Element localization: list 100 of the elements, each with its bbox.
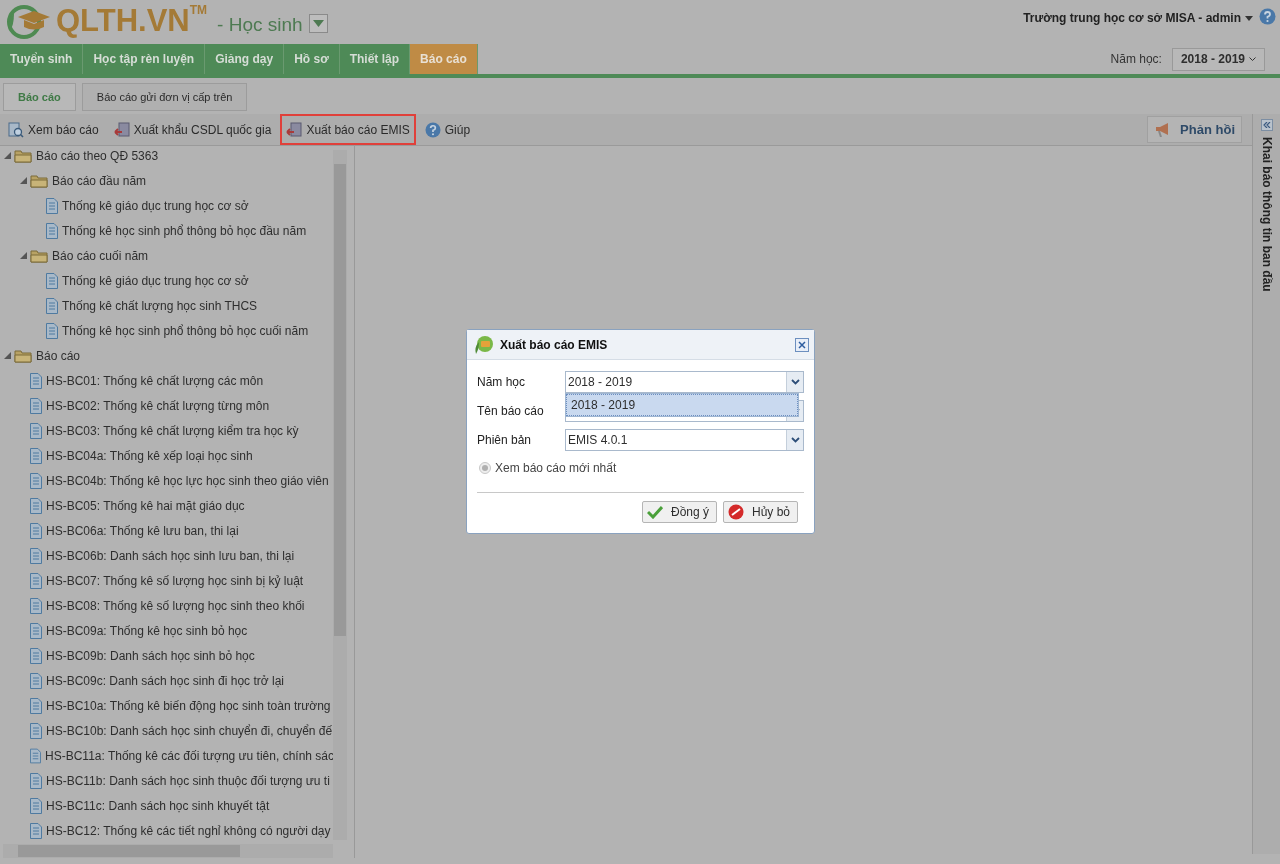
caret-icon [1245,15,1253,21]
toolbar-button[interactable]: Xuất khẩu CSDL quốc gia [107,114,278,145]
chevron-down-icon [790,379,800,385]
document-icon [30,772,42,789]
tree-item[interactable]: HS-BC07: Thống kê số lượng học sinh bị kỷ luật [46,571,304,590]
close-icon [798,340,806,349]
document-icon [46,222,58,239]
document-icon [30,597,42,614]
document-icon [30,522,42,539]
field-label: Năm học [477,374,527,391]
document-icon [30,797,42,814]
ok-button[interactable]: Đồng ý [642,501,717,523]
export-icon [286,121,303,138]
tree-item[interactable]: HS-BC04b: Thống kê học lực học sinh theo giáo viên [46,471,329,490]
toolbar-button[interactable]: Giúp [418,114,477,145]
year-label: Năm học: [1110,51,1162,68]
tree-item[interactable]: HS-BC11b: Danh sách học sinh thuộc đối tượng ưu ti [46,771,330,790]
tree-item[interactable]: HS-BC04a: Thống kê xếp loại học sinh [46,446,253,465]
tree-item[interactable]: HS-BC02: Thống kê chất lượng từng môn [46,396,270,415]
combo-box[interactable]: 2018 - 2019 [565,371,804,393]
tree-item[interactable]: HS-BC01: Thống kê chất lượng các môn [46,371,264,390]
tree-item[interactable]: HS-BC03: Thống kê chất lượng kiểm tra học kỳ [46,421,299,440]
document-icon [30,647,42,664]
tree-item[interactable]: HS-BC06b: Danh sách học sinh lưu ban, thi lại [46,546,295,565]
tree-item[interactable]: HS-BC05: Thống kê hai mặt giáo dục [46,496,245,515]
tree-item[interactable]: HS-BC11c: Danh sách học sinh khuyết tật [46,796,270,815]
tree-item[interactable]: HS-BC11a: Thống kê các đối tượng ưu tiên, chính sác [45,746,334,765]
help-icon [424,121,441,138]
document-icon [30,372,42,389]
tree-item[interactable]: Thống kê chất lượng học sinh THCS [62,296,258,315]
radio-label: Xem báo cáo mới nhất [495,460,617,477]
tree-item[interactable]: HS-BC10a: Thống kê biến động học sinh toàn trường [46,696,331,715]
folder-icon [14,148,32,163]
close-button[interactable] [795,337,809,352]
double-chevron-icon [1262,122,1271,128]
tree-item[interactable]: HS-BC08: Thống kê số lượng học sinh theo khối [46,596,305,615]
year-select[interactable]: 2018 - 2019 [1171,47,1265,71]
document-icon [30,472,42,489]
field-label: Tên báo cáo [477,403,545,420]
tree-item[interactable]: Thống kê giáo dục trung học cơ sở [62,196,249,215]
document-icon [30,722,42,739]
document-icon [46,197,58,214]
feedback-button[interactable]: Phản hồi [1147,116,1242,143]
app-icon [472,334,496,355]
document-icon [30,672,42,689]
chevron-down-icon [790,437,800,443]
no-entry-icon [728,504,744,520]
document-icon [30,822,42,839]
tree-item[interactable]: HS-BC09c: Danh sách học sinh đi học trở lại [46,671,284,690]
document-search-icon [8,121,24,138]
help-icon[interactable] [1259,8,1276,25]
tree-item[interactable]: HS-BC10b: Danh sách học sinh chuyển đi, chuyển đế [46,721,333,740]
checkmark-icon [647,505,663,519]
tree-item[interactable]: Báo cáo theo QĐ 5363 [36,146,159,165]
document-icon [46,322,58,339]
field-label: Phiên bản [477,432,533,449]
folder-icon [14,348,32,363]
trademark: TM [189,3,208,17]
horizontal-scrollbar[interactable] [3,844,333,858]
document-icon [30,422,42,439]
expanded-arrow-icon[interactable] [20,177,27,184]
document-icon [30,747,41,764]
document-icon [30,447,42,464]
dropdown-option[interactable]: 2018 - 2019 [566,394,798,416]
module-dropdown[interactable] [308,14,328,33]
user-menu[interactable]: Trường trung học cơ sở MISA - admin [1023,9,1253,27]
document-icon [30,622,42,639]
logo-text: QLTH.VN [56,3,190,39]
tree-item[interactable]: Thống kê giáo dục trung học cơ sở [62,271,249,290]
tree-item[interactable]: HS-BC12: Thống kê các tiết nghỉ không có người dạy [46,821,331,840]
tree-item[interactable]: HS-BC06a: Thống kê lưu ban, thi lại [46,521,239,540]
side-panel-title: Khai báo thông tin ban đầu [1258,137,1275,292]
toolbar-button[interactable]: Xuất báo cáo EMIS [280,114,416,145]
document-icon [30,697,42,714]
caret-icon [312,20,324,27]
tree-item[interactable]: Thống kê học sinh phổ thông bỏ học đầu năm [62,221,307,240]
tree-item[interactable]: Báo cáo cuối năm [52,246,149,265]
document-icon [30,572,42,589]
expanded-arrow-icon[interactable] [4,152,11,159]
tree-item[interactable]: HS-BC09a: Thống kê học sinh bỏ học [46,621,248,640]
tree-item[interactable]: Thống kê học sinh phổ thông bỏ học cuối năm [62,321,309,340]
toolbar-button[interactable]: Xem báo cáo [2,114,105,145]
folder-icon [30,173,48,188]
tree-item[interactable]: HS-BC09b: Danh sách học sinh bỏ học [46,646,255,665]
dialog-title: Xuất báo cáo EMIS [500,336,608,354]
cancel-button[interactable]: Hủy bỏ [723,501,798,523]
expanded-arrow-icon[interactable] [20,252,27,259]
tree-item[interactable]: Báo cáo đầu năm [52,171,147,190]
expanded-arrow-icon[interactable] [4,352,11,359]
sub-tab[interactable]: Báo cáo gửi đơn vị cấp trên [81,83,248,111]
module-title: - Học sinh [217,13,303,37]
document-icon [30,497,42,514]
document-icon [30,397,42,414]
document-icon [30,547,42,564]
export-icon [113,121,130,138]
vertical-scrollbar[interactable] [333,150,347,840]
collapse-button[interactable] [1260,119,1273,131]
document-icon [46,297,58,314]
combo-box[interactable]: EMIS 4.0.1 [565,429,804,451]
tree-item[interactable]: Báo cáo [36,346,81,365]
